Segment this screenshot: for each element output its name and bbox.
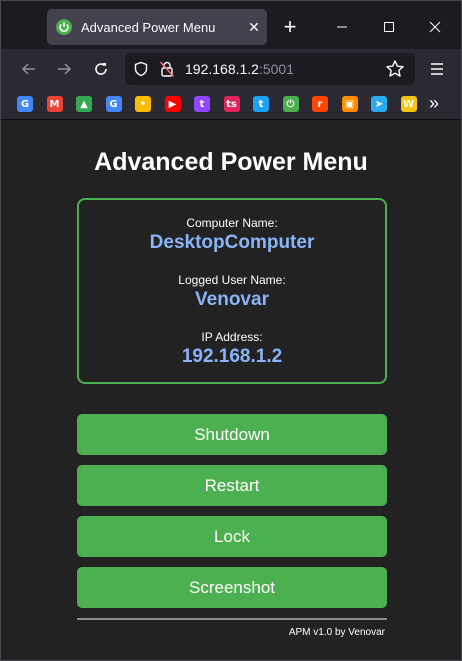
hamburger-menu-icon[interactable]: [425, 57, 449, 81]
bookmark-twitter-icon[interactable]: t: [253, 96, 269, 112]
browser-window: Advanced Power Menu ✕ + 192.168.1.2:5001…: [0, 0, 462, 661]
new-tab-button[interactable]: +: [277, 15, 303, 41]
shutdown-button[interactable]: Shutdown: [77, 414, 387, 455]
bookmark-google-icon[interactable]: G: [17, 96, 33, 112]
lock-button[interactable]: Lock: [77, 516, 387, 557]
ip-address-label: IP Address:: [201, 330, 263, 344]
screenshot-button[interactable]: Screenshot: [77, 567, 387, 608]
minimize-icon[interactable]: [327, 13, 357, 41]
bookmark-telegram-icon[interactable]: ➤: [371, 96, 387, 112]
maximize-icon[interactable]: [374, 13, 404, 41]
back-arrow-icon[interactable]: [17, 57, 41, 81]
system-info-card: Computer Name: DesktopComputer Logged Us…: [77, 198, 387, 384]
tab-close-icon[interactable]: ✕: [241, 19, 267, 36]
tab-advanced-power-menu[interactable]: Advanced Power Menu ✕: [47, 9, 267, 45]
bookmarks-bar: G M ▲ G • ▶ t ts t ⏻ r ▣ ➤ W»: [1, 89, 461, 120]
bookmark-power-icon[interactable]: ⏻: [282, 96, 299, 112]
forward-arrow-icon[interactable]: [52, 57, 76, 81]
footer-divider: [77, 618, 387, 620]
bookmark-gmail-icon[interactable]: M: [46, 96, 63, 112]
page-content: Advanced Power Menu Computer Name: Deskt…: [1, 120, 461, 660]
bookmark-tinkercad-icon[interactable]: ▣: [341, 96, 358, 112]
bookmarks-overflow-icon[interactable]: »: [429, 93, 439, 114]
reload-icon[interactable]: [89, 57, 113, 81]
bookmark-wk-logo-icon[interactable]: W: [400, 96, 417, 112]
page-title: Advanced Power Menu: [94, 148, 368, 176]
power-icon: [56, 19, 72, 35]
footer-credit: APM v1.0 by Venovar: [288, 627, 385, 638]
bookmark-tipeee-icon[interactable]: ts: [223, 96, 240, 112]
user-name-label: Logged User Name:: [178, 273, 286, 287]
bookmark-star-icon[interactable]: [385, 59, 405, 84]
user-name-value: Venovar: [195, 289, 269, 310]
bookmark-reddit-icon[interactable]: r: [312, 96, 328, 112]
ip-address-value: 192.168.1.2: [181, 346, 283, 367]
bookmark-youtube-icon[interactable]: ▶: [164, 96, 181, 112]
url-port: :5001: [258, 61, 295, 77]
url-bar[interactable]: 192.168.1.2:5001: [125, 53, 415, 85]
bookmark-google-drive-icon[interactable]: ▲: [76, 96, 92, 112]
url-host: 192.168.1.2: [185, 61, 259, 77]
computer-name-label: Computer Name:: [186, 216, 278, 230]
restart-button[interactable]: Restart: [77, 465, 387, 506]
url-text[interactable]: 192.168.1.2:5001: [185, 61, 294, 77]
window-close-icon[interactable]: [420, 13, 450, 41]
bookmark-google-keep-icon[interactable]: •: [135, 96, 151, 112]
tab-strip: Advanced Power Menu ✕ +: [1, 1, 461, 49]
tab-title: Advanced Power Menu: [81, 19, 216, 35]
bookmark-google-translate-icon[interactable]: G: [105, 96, 122, 112]
insecure-lock-icon[interactable]: [159, 60, 175, 83]
bookmark-twitch-icon[interactable]: t: [194, 96, 210, 112]
computer-name-value: DesktopComputer: [149, 232, 315, 253]
shield-icon[interactable]: [133, 61, 149, 82]
navigation-bar: 192.168.1.2:5001: [1, 49, 461, 89]
